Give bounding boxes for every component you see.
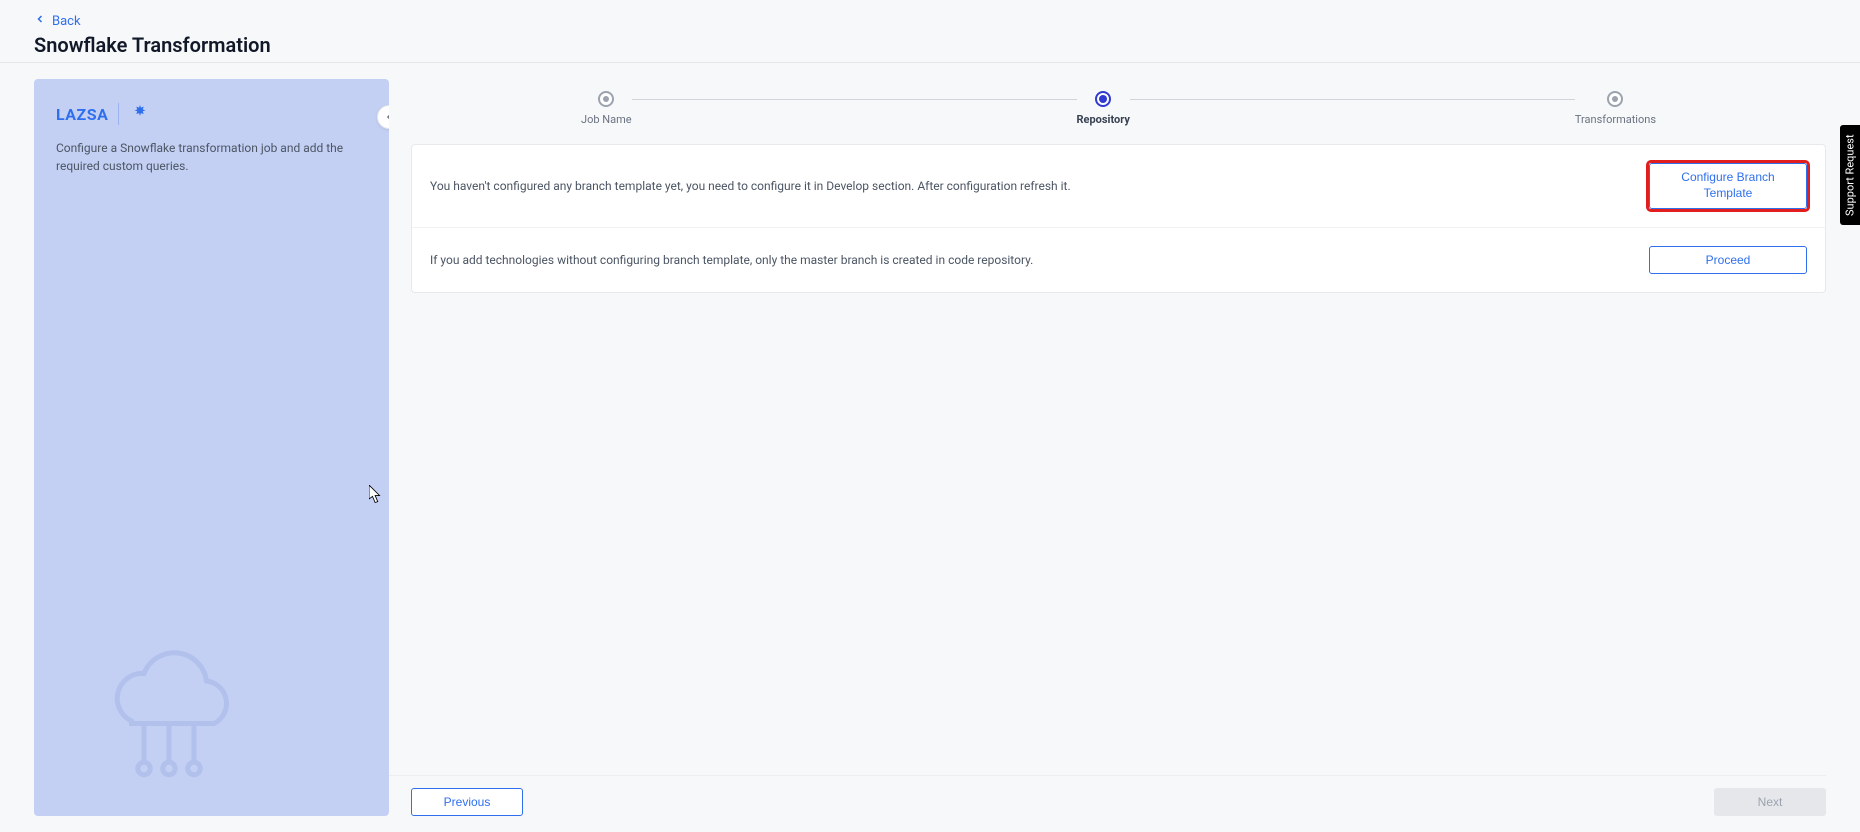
step-transformations[interactable]: Transformations bbox=[1575, 91, 1656, 126]
page-header: Back Snowflake Transformation bbox=[0, 0, 1860, 63]
wizard-footer: Previous Next bbox=[389, 775, 1826, 816]
step-dot-icon bbox=[1095, 91, 1111, 107]
chevron-left-icon bbox=[34, 13, 46, 29]
step-label: Repository bbox=[1077, 113, 1130, 126]
step-repository[interactable]: Repository bbox=[1077, 91, 1130, 126]
support-request-tab[interactable]: Support Request bbox=[1840, 125, 1860, 225]
configure-branch-template-button[interactable]: Configure Branch Template bbox=[1649, 163, 1807, 209]
step-connector bbox=[632, 99, 1077, 100]
step-job-name[interactable]: Job Name bbox=[581, 91, 632, 126]
sidebar-logo: LAZSA bbox=[56, 103, 367, 125]
wizard-stepper: Job Name Repository Transformations bbox=[411, 79, 1826, 126]
step-label: Job Name bbox=[581, 113, 632, 126]
lazsa-logo-text: LAZSA bbox=[56, 105, 108, 124]
snowflake-icon bbox=[129, 103, 151, 125]
page-title: Snowflake Transformation bbox=[34, 33, 1826, 57]
cloud-data-icon bbox=[94, 646, 244, 796]
sidebar: LAZSA Configure a Snowflake transformati… bbox=[34, 79, 389, 816]
next-button[interactable]: Next bbox=[1714, 788, 1826, 816]
proceed-warning-row: If you add technologies without configur… bbox=[412, 227, 1825, 292]
sidebar-description: Configure a Snowflake transformation job… bbox=[56, 139, 356, 175]
logo-separator bbox=[118, 103, 119, 125]
proceed-button[interactable]: Proceed bbox=[1649, 246, 1807, 274]
previous-button[interactable]: Previous bbox=[411, 788, 523, 816]
sidebar-collapse-button[interactable] bbox=[377, 105, 389, 129]
proceed-warning-text: If you add technologies without configur… bbox=[430, 252, 1033, 269]
step-label: Transformations bbox=[1575, 113, 1656, 126]
step-connector bbox=[1130, 99, 1575, 100]
back-link[interactable]: Back bbox=[34, 13, 81, 29]
main-content: Job Name Repository Transformations bbox=[389, 79, 1826, 816]
step-dot-icon bbox=[598, 91, 614, 107]
step-dot-icon bbox=[1607, 91, 1623, 107]
highlight-box: Configure Branch Template bbox=[1649, 163, 1807, 209]
repository-config-card: You haven't configured any branch templa… bbox=[411, 144, 1826, 293]
back-label: Back bbox=[52, 14, 81, 29]
branch-template-warning-row: You haven't configured any branch templa… bbox=[412, 145, 1825, 227]
branch-template-warning-text: You haven't configured any branch templa… bbox=[430, 178, 1071, 195]
